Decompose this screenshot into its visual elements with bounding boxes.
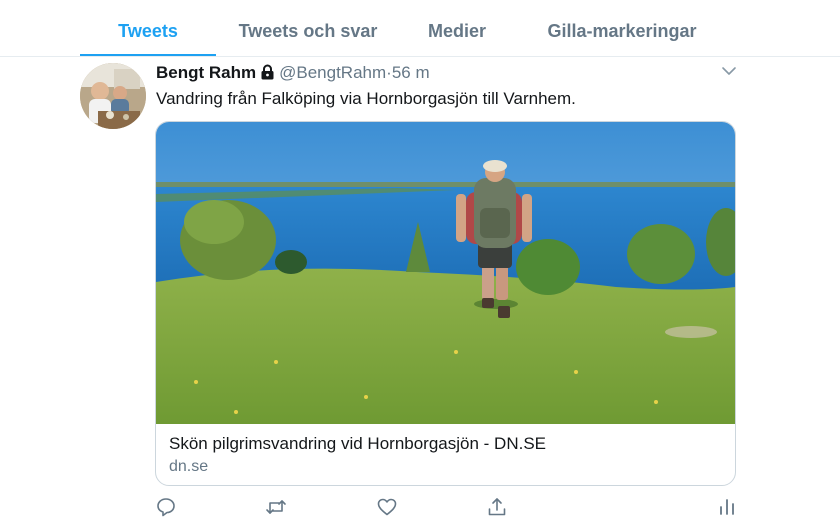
like-icon[interactable]: [376, 496, 398, 518]
profile-tabs: Tweets Tweets och svar Medier Gilla-mark…: [0, 0, 840, 57]
user-handle[interactable]: @BengtRahm: [279, 63, 386, 82]
tweet-header: Bengt Rahm @BengtRahm·56 m: [156, 60, 430, 86]
share-icon[interactable]: [486, 496, 508, 518]
avatar-photo: [80, 63, 146, 129]
lock-icon: [260, 62, 275, 88]
tweet-text: Vandring från Falköping via Hornborgasjö…: [156, 89, 576, 108]
link-card[interactable]: Skön pilgrimsvandring vid Hornborgasjön …: [155, 121, 736, 486]
tab-tweets[interactable]: Tweets: [80, 0, 216, 56]
chevron-down-icon[interactable]: [720, 64, 738, 78]
avatar[interactable]: [80, 63, 146, 129]
card-domain: dn.se: [169, 458, 209, 475]
reply-icon[interactable]: [155, 496, 177, 518]
display-name[interactable]: Bengt Rahm: [156, 63, 256, 82]
tab-media[interactable]: Medier: [404, 0, 510, 56]
tab-likes[interactable]: Gilla-markeringar: [530, 0, 714, 56]
card-title: Skön pilgrimsvandring vid Hornborgasjön …: [169, 434, 546, 453]
retweet-icon[interactable]: [265, 496, 287, 518]
card-image: [156, 122, 735, 424]
tab-tweets-and-replies[interactable]: Tweets och svar: [222, 0, 394, 56]
analytics-icon[interactable]: [716, 496, 738, 518]
tweet-timestamp[interactable]: 56 m: [392, 63, 430, 82]
